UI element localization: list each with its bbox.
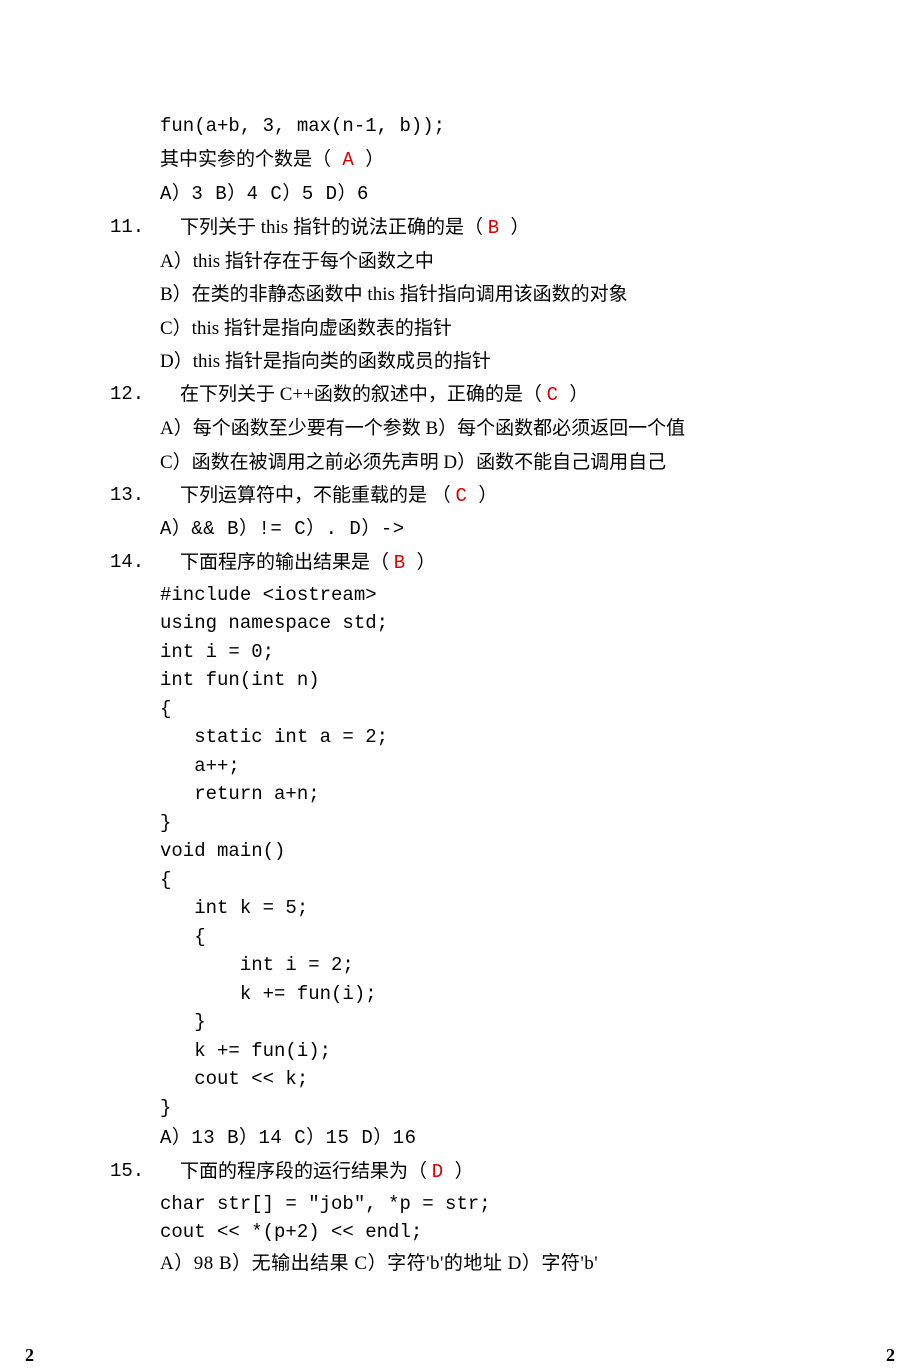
- q12-stem-close: ）: [569, 384, 588, 405]
- q15-body: 下面的程序段的运行结果为（ D ）: [180, 1155, 830, 1189]
- q10-code: fun(a+b, 3, max(n-1, b));: [90, 110, 830, 143]
- q11-optB: B）在类的非静态函数中 this 指针指向调用该函数的对象: [90, 278, 830, 311]
- q14-body: 下面程序的输出结果是（ B ）: [180, 546, 830, 580]
- q12-stem: 在下列关于 C++函数的叙述中，正确的是（: [180, 384, 547, 405]
- q11: 11. 下列关于 this 指针的说法正确的是（ B ）: [90, 211, 830, 245]
- q10-stem-text: 其中实参的个数是（: [160, 149, 331, 170]
- q14-answer: B: [394, 552, 417, 574]
- q12-optsAB: A）每个函数至少要有一个参数 B）每个函数都必须返回一个值: [90, 412, 830, 445]
- q11-optA: A）this 指针存在于每个函数之中: [90, 245, 830, 278]
- footer-right: 2: [886, 1340, 895, 1371]
- q13-body: 下列运算符中，不能重载的是 （ C ）: [180, 479, 830, 513]
- q13-answer: C: [456, 485, 479, 507]
- q15-code: char str[] = "job", *p = str; cout << *(…: [160, 1190, 830, 1247]
- q11-stem: 下列关于 this 指针的说法正确的是（: [180, 217, 488, 238]
- q13-stem-close: ）: [478, 485, 497, 506]
- q10-answer: A: [331, 149, 365, 171]
- footer-left: 2: [25, 1340, 34, 1371]
- q14-options: A）13 B）14 C）15 D）16: [90, 1122, 830, 1155]
- q10-stem: 其中实参的个数是（ A ）: [90, 143, 830, 177]
- q12: 12. 在下列关于 C++函数的叙述中，正确的是（ C ）: [90, 378, 830, 412]
- q13-stem: 下列运算符中，不能重载的是 （: [180, 485, 456, 506]
- q14-code: #include <iostream> using namespace std;…: [160, 581, 830, 1123]
- q11-number: 11.: [90, 211, 180, 245]
- q11-optD: D）this 指针是指向类的函数成员的指针: [90, 345, 830, 378]
- q14-stem: 下面程序的输出结果是（: [180, 552, 394, 573]
- q13-options: A）&& B）!= C）. D）->: [90, 513, 830, 546]
- q15-stem-close: ）: [455, 1161, 474, 1182]
- q12-answer: C: [547, 384, 570, 406]
- q15: 15. 下面的程序段的运行结果为（ D ）: [90, 1155, 830, 1189]
- q12-number: 12.: [90, 378, 180, 412]
- q11-stem-close: ）: [511, 217, 530, 238]
- q13-number: 13.: [90, 479, 180, 513]
- q13: 13. 下列运算符中，不能重载的是 （ C ）: [90, 479, 830, 513]
- q15-options: A）98 B）无输出结果 C）字符'b'的地址 D）字符'b': [90, 1247, 830, 1280]
- q15-stem: 下面的程序段的运行结果为（: [180, 1161, 432, 1182]
- q15-number: 15.: [90, 1155, 180, 1189]
- document-page: fun(a+b, 3, max(n-1, b)); 其中实参的个数是（ A ） …: [0, 0, 920, 1320]
- q14: 14. 下面程序的输出结果是（ B ）: [90, 546, 830, 580]
- q12-optsCD: C）函数在被调用之前必须先声明 D）函数不能自己调用自己: [90, 446, 830, 479]
- q10-stem-close: ）: [365, 149, 384, 170]
- q12-body: 在下列关于 C++函数的叙述中，正确的是（ C ）: [180, 378, 830, 412]
- q11-optC: C）this 指针是指向虚函数表的指针: [90, 312, 830, 345]
- q11-body: 下列关于 this 指针的说法正确的是（ B ）: [180, 211, 830, 245]
- page-footer: 2 2: [0, 1340, 920, 1371]
- q11-answer: B: [488, 217, 511, 239]
- q14-stem-close: ）: [417, 552, 436, 573]
- q14-number: 14.: [90, 546, 180, 580]
- q15-answer: D: [432, 1161, 455, 1183]
- q10-options: A）3 B）4 C）5 D）6: [90, 178, 830, 211]
